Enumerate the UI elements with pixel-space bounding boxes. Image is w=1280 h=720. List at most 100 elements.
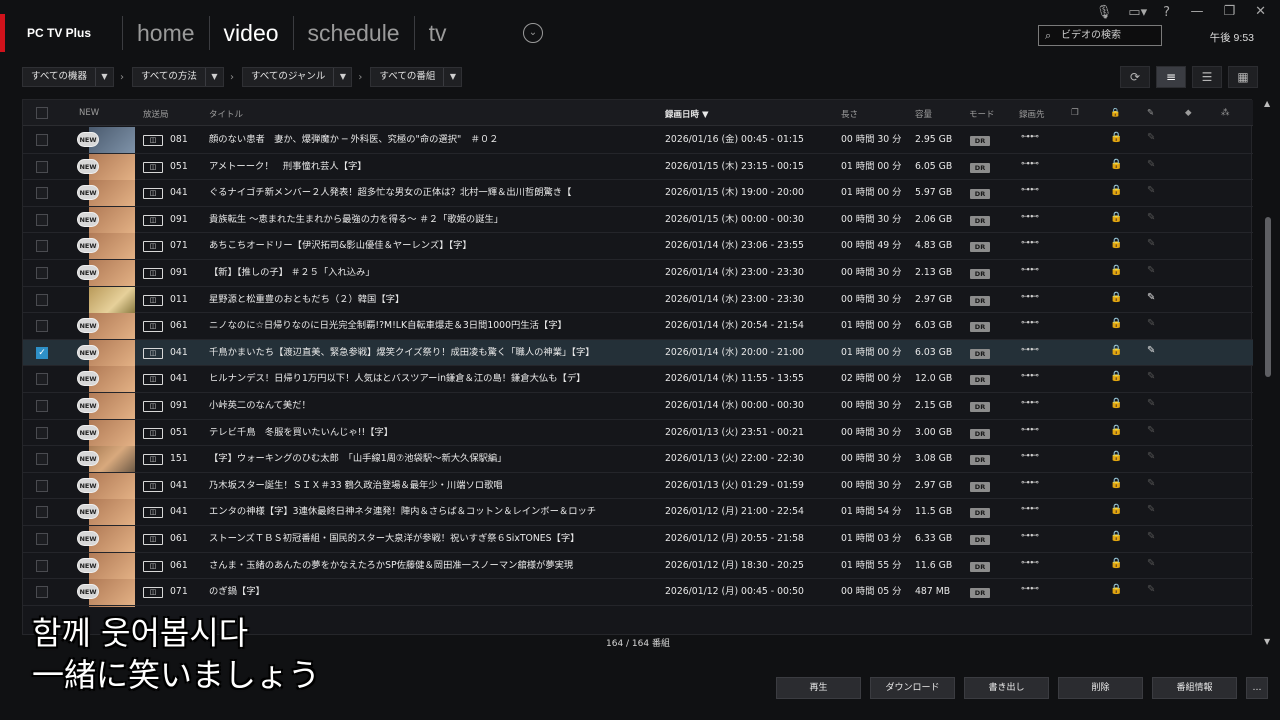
- help-icon[interactable]: ?: [1163, 5, 1170, 20]
- row-checkbox[interactable]: [36, 240, 48, 253]
- scrollbar[interactable]: ▲ ▼: [1262, 99, 1274, 649]
- col-tag-icon[interactable]: ◆: [1185, 108, 1192, 118]
- edit-icon[interactable]: ✎: [1147, 345, 1155, 356]
- action-button-5[interactable]: 番組情報: [1152, 677, 1237, 699]
- action-button-1[interactable]: 再生: [776, 677, 861, 699]
- nav-video[interactable]: video: [208, 16, 293, 50]
- col-copy-icon[interactable]: ❐: [1071, 108, 1079, 118]
- nav-schedule[interactable]: schedule: [292, 16, 414, 50]
- table-row[interactable]: NEW ◫ 051 アメトーーク！ 刑事憧れ芸人【字】 2026/01/15 (木) 2…: [23, 153, 1253, 181]
- chevron-down-icon[interactable]: ▼: [94, 68, 113, 86]
- table-row[interactable]: ✓ NEW ◫ 041 千鳥かまいたち【渡辺直美、緊急参戦】爆笑クイズ祭り！成田凌も驚く…: [23, 339, 1253, 367]
- lock-icon[interactable]: 🔒: [1110, 558, 1122, 569]
- table-row[interactable]: NEW ◫ 051 テレビ千鳥 冬服を買いたいんじゃ!!【字】 2026/01/13 (…: [23, 419, 1253, 447]
- row-checkbox[interactable]: [36, 533, 48, 545]
- row-checkbox[interactable]: [36, 187, 48, 200]
- col-edit-icon[interactable]: ✎: [1147, 108, 1154, 118]
- lock-icon[interactable]: 🔒: [1110, 345, 1122, 356]
- col-length[interactable]: 長さ: [841, 108, 858, 120]
- col-new[interactable]: NEW: [79, 108, 99, 118]
- edit-icon[interactable]: ✎: [1147, 531, 1155, 542]
- scroll-down-icon[interactable]: ▼: [1264, 637, 1270, 646]
- row-checkbox[interactable]: [36, 400, 48, 412]
- device-icon[interactable]: ▭▾: [1128, 5, 1147, 20]
- col-mode[interactable]: モード: [969, 108, 995, 120]
- edit-icon[interactable]: ✎: [1147, 265, 1155, 276]
- scroll-up-icon[interactable]: ▲: [1264, 99, 1270, 108]
- calendar-view-icon[interactable]: ▦: [1228, 66, 1258, 88]
- table-row[interactable]: NEW ◫ 091 小峠英二のなんて美だ！ 2026/01/14 (水) 00:00 -…: [23, 393, 1253, 420]
- table-row[interactable]: NEW ◫ 061 ストーンズＴＢＳ初冠番組・国民的スター大泉洋が参戦！祝いすぎ祭６S…: [23, 526, 1253, 553]
- scroll-thumb[interactable]: [1265, 217, 1271, 377]
- col-title[interactable]: タイトル: [209, 108, 243, 120]
- lock-icon[interactable]: 🔒: [1110, 451, 1122, 462]
- table-row[interactable]: ◫ 011 星野源と松重豊のおともだち（２）韓国【字】 2026/01/14 (水) …: [23, 286, 1253, 314]
- table-row[interactable]: NEW ◫ 041 ヒルナンデス！日帰り1万円以下！人気はとバスツアーin鎌倉＆江の島…: [23, 366, 1253, 393]
- filter-select-1[interactable]: すべての機器 ▼: [22, 67, 114, 87]
- chevron-down-icon[interactable]: ▼: [333, 68, 351, 86]
- row-checkbox[interactable]: [36, 426, 48, 439]
- lock-icon[interactable]: 🔒: [1110, 398, 1122, 409]
- lock-icon[interactable]: 🔒: [1110, 531, 1122, 542]
- edit-icon[interactable]: ✎: [1147, 398, 1155, 409]
- lock-icon[interactable]: 🔒: [1110, 265, 1122, 276]
- filter-select-4[interactable]: すべての番組 ▼: [370, 67, 463, 87]
- col-datetime[interactable]: 録画日時 ▼: [665, 108, 709, 120]
- edit-icon[interactable]: ✎: [1147, 371, 1155, 382]
- row-checkbox[interactable]: [36, 586, 48, 599]
- lock-icon[interactable]: 🔒: [1110, 478, 1122, 489]
- lock-icon[interactable]: 🔒: [1110, 212, 1122, 223]
- table-row[interactable]: NEW ◫ 091 貴族転生 ～恵まれた生まれから最強の力を得る～ ＃２「歌姫の誕生」…: [23, 206, 1253, 234]
- action-button-2[interactable]: ダウンロード: [870, 677, 955, 699]
- col-dest[interactable]: 録画先: [1019, 108, 1045, 120]
- table-row[interactable]: NEW ◫ 041 エンタの神様【字】3連休最終日神ネタ連発！陣内＆さらば＆コットン＆…: [23, 499, 1253, 526]
- lock-icon[interactable]: 🔒: [1110, 292, 1122, 303]
- table-row[interactable]: NEW ◫ 041 乃木坂スター誕生！ＳＩＸ＃33 鶴久政治登場＆最年少・川端ソロ歌唱…: [23, 472, 1253, 500]
- lock-icon[interactable]: 🔒: [1110, 504, 1122, 515]
- filter-select-3[interactable]: すべてのジャンル ▼: [241, 67, 353, 87]
- row-checkbox[interactable]: [36, 213, 48, 226]
- lock-icon[interactable]: 🔒: [1110, 238, 1122, 249]
- edit-icon[interactable]: ✎: [1147, 584, 1155, 595]
- col-size[interactable]: 容量: [915, 108, 932, 120]
- nav-more-chevron-icon[interactable]: ⌄: [523, 23, 543, 43]
- edit-icon[interactable]: ✎: [1147, 318, 1155, 329]
- lock-icon[interactable]: 🔒: [1110, 425, 1122, 436]
- filter-select-2[interactable]: すべての方法 ▼: [131, 67, 224, 87]
- edit-icon[interactable]: ✎: [1147, 185, 1155, 196]
- edit-icon[interactable]: ✎: [1147, 504, 1155, 515]
- lock-icon[interactable]: 🔒: [1110, 371, 1122, 382]
- list-view-icon[interactable]: ≡: [1156, 66, 1186, 88]
- table-row[interactable]: NEW ◫ 081 顔のない患者 妻か、爆弾魔か ─ 外科医、究極の"命の選択" ＃０…: [23, 127, 1253, 154]
- stacked-view-icon[interactable]: ☰: [1192, 66, 1222, 88]
- row-checkbox[interactable]: [36, 479, 48, 492]
- nav-tv[interactable]: tv: [413, 16, 461, 50]
- search-input[interactable]: ⌕ ビデオの検索: [1038, 25, 1162, 46]
- table-row[interactable]: NEW ◫ 151 【字】ウォーキングのひむ太郎 「山手線1周⑦池袋駅～新大久保駅編」…: [23, 446, 1253, 473]
- row-checkbox[interactable]: [36, 453, 48, 466]
- chevron-down-icon[interactable]: ▼: [443, 68, 461, 86]
- action-button-3[interactable]: 書き出し: [964, 677, 1049, 699]
- edit-icon[interactable]: ✎: [1147, 132, 1155, 143]
- more-button[interactable]: …: [1246, 677, 1268, 699]
- edit-icon[interactable]: ✎: [1147, 238, 1155, 249]
- edit-icon[interactable]: ✎: [1147, 159, 1155, 170]
- table-row[interactable]: NEW◫071坂 爆笑Ｂ級ニュース大賞 貴重な動画も初出し！！】【字】2026/…: [23, 605, 1253, 607]
- edit-icon[interactable]: ✎: [1147, 451, 1155, 462]
- table-row[interactable]: NEW ◫ 041 ぐるナイゴチ新メンバー２人発表！超多忙な男女の正体は？北村一輝＆出…: [23, 180, 1253, 207]
- row-checkbox[interactable]: [36, 160, 48, 173]
- action-button-4[interactable]: 削除: [1058, 677, 1143, 699]
- lock-icon[interactable]: 🔒: [1110, 132, 1122, 143]
- col-share-icon[interactable]: ⁂: [1221, 108, 1230, 118]
- lock-icon[interactable]: 🔒: [1110, 159, 1122, 170]
- edit-icon[interactable]: ✎: [1147, 558, 1155, 569]
- table-row[interactable]: NEW ◫ 071 あちこちオードリー【伊沢拓司&影山優佳＆ヤーレンズ】【字】 2026…: [23, 233, 1253, 260]
- edit-icon[interactable]: ✎: [1147, 478, 1155, 489]
- row-checkbox[interactable]: ✓: [36, 346, 48, 359]
- row-checkbox[interactable]: [36, 134, 48, 146]
- restore-icon[interactable]: ❐: [1223, 4, 1235, 19]
- lock-icon[interactable]: 🔒: [1110, 185, 1122, 196]
- edit-icon[interactable]: ✎: [1147, 212, 1155, 223]
- table-row[interactable]: NEW ◫ 091 【新】【推しの子】 ＃２５「入れ込み」 2026/01/14 (水)…: [23, 260, 1253, 287]
- refresh-icon[interactable]: ⟳: [1120, 66, 1150, 88]
